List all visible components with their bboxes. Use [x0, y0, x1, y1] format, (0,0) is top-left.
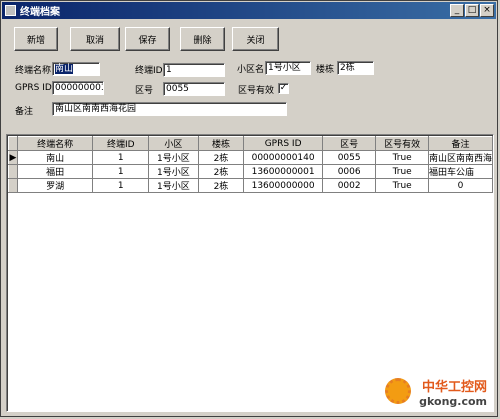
- row-indicator-header: [8, 136, 18, 151]
- table-cell[interactable]: 00000000140: [243, 150, 323, 165]
- close-button[interactable]: 关闭: [232, 27, 279, 51]
- new-button[interactable]: 新增: [14, 27, 58, 51]
- table-cell[interactable]: 0: [427, 178, 493, 193]
- watermark-text: 中华工控网: [421, 380, 487, 395]
- column-header[interactable]: 终端名称: [16, 136, 94, 151]
- column-header[interactable]: 楼栋: [197, 136, 245, 151]
- table-cell[interactable]: 0006: [321, 164, 377, 179]
- table-cell[interactable]: 1号小区: [148, 164, 199, 179]
- terminal-id-label: 终端ID: [135, 66, 163, 76]
- table-cell[interactable]: 13600000001: [243, 164, 323, 179]
- row-indicator: [8, 178, 18, 193]
- gprs-id-input[interactable]: 00000000140: [52, 81, 104, 95]
- column-header[interactable]: 区号: [321, 136, 377, 151]
- watermark: 中华工控网 gkong.com: [419, 376, 487, 408]
- table-cell[interactable]: 0055: [321, 150, 377, 165]
- row-indicator: [8, 164, 18, 179]
- terminal-grid[interactable]: 终端名称 终端ID 小区 楼栋 GPRS ID 区号 区号有效 备注 ▶ 南山 …: [6, 134, 494, 412]
- terminal-archive-window: 终端档案 _ □ × 新增 取消 保存 删除 关闭 终端名称 南山 终端ID 1…: [0, 0, 498, 417]
- building-input[interactable]: 2栋: [337, 61, 374, 75]
- area-code-valid-checkbox[interactable]: ✓: [278, 83, 289, 94]
- window-title: 终端档案: [20, 7, 60, 18]
- remark-label: 备注: [15, 107, 34, 117]
- community-input[interactable]: 1号小区: [265, 61, 311, 75]
- table-cell[interactable]: 13600000000: [243, 178, 323, 193]
- table-cell[interactable]: True: [375, 150, 429, 165]
- table-cell[interactable]: 2栋: [197, 164, 245, 179]
- column-header[interactable]: 小区: [148, 136, 199, 151]
- table-cell[interactable]: 1号小区: [148, 150, 199, 165]
- table-cell[interactable]: True: [375, 164, 429, 179]
- column-header[interactable]: GPRS ID: [243, 136, 323, 151]
- table-row[interactable]: 福田 1 1号小区 2栋 13600000001 0006 True 福田车公庙: [8, 164, 493, 179]
- area-code-valid-label: 区号有效: [238, 86, 275, 96]
- delete-button[interactable]: 删除: [180, 27, 225, 51]
- table-cell[interactable]: 罗湖: [16, 178, 94, 193]
- column-header[interactable]: 终端ID: [92, 136, 150, 151]
- building-label: 楼栋: [316, 65, 335, 75]
- column-header[interactable]: 区号有效: [375, 136, 429, 151]
- table-cell[interactable]: 0002: [321, 178, 377, 193]
- area-code-label: 区号: [135, 86, 154, 96]
- table-cell[interactable]: 1: [92, 150, 150, 165]
- close-icon[interactable]: ×: [480, 4, 494, 17]
- table-row[interactable]: 罗湖 1 1号小区 2栋 13600000000 0002 True 0: [8, 178, 493, 193]
- area-code-input[interactable]: 0055: [163, 82, 225, 96]
- table-row[interactable]: ▶ 南山 1 1号小区 2栋 00000000140 0055 True 南山区…: [8, 150, 493, 165]
- table-cell[interactable]: 2栋: [197, 150, 245, 165]
- table-cell[interactable]: 1: [92, 178, 150, 193]
- table-cell[interactable]: 南山区南南西海: [427, 150, 493, 165]
- gprs-id-label: GPRS ID: [15, 83, 52, 93]
- table-cell[interactable]: 南山: [16, 150, 94, 165]
- remark-input[interactable]: 南山区南南西海花园: [52, 102, 287, 116]
- terminal-id-input[interactable]: 1: [163, 63, 225, 77]
- terminal-table: 终端名称 终端ID 小区 楼栋 GPRS ID 区号 区号有效 备注 ▶ 南山 …: [8, 136, 493, 193]
- app-icon: [5, 5, 16, 16]
- table-cell[interactable]: True: [375, 178, 429, 193]
- header-row: 终端名称 终端ID 小区 楼栋 GPRS ID 区号 区号有效 备注: [8, 136, 493, 151]
- table-cell[interactable]: 1: [92, 164, 150, 179]
- community-label: 小区名: [237, 65, 265, 75]
- table-cell[interactable]: 福田车公庙: [427, 164, 493, 179]
- minimize-icon[interactable]: _: [450, 4, 464, 17]
- table-cell[interactable]: 1号小区: [148, 178, 199, 193]
- terminal-name-label: 终端名称: [15, 66, 52, 76]
- title-bar[interactable]: 终端档案 _ □ ×: [2, 2, 496, 19]
- current-row-indicator-icon: ▶: [8, 150, 18, 165]
- table-cell[interactable]: 福田: [16, 164, 94, 179]
- watermark-url: gkong.com: [419, 395, 487, 408]
- save-button[interactable]: 保存: [125, 27, 170, 51]
- maximize-icon[interactable]: □: [465, 4, 479, 17]
- terminal-name-input[interactable]: 南山: [52, 62, 100, 76]
- table-cell[interactable]: 2栋: [197, 178, 245, 193]
- gear-icon: [385, 378, 411, 404]
- cancel-button[interactable]: 取消: [70, 27, 120, 51]
- column-header[interactable]: 备注: [427, 136, 493, 151]
